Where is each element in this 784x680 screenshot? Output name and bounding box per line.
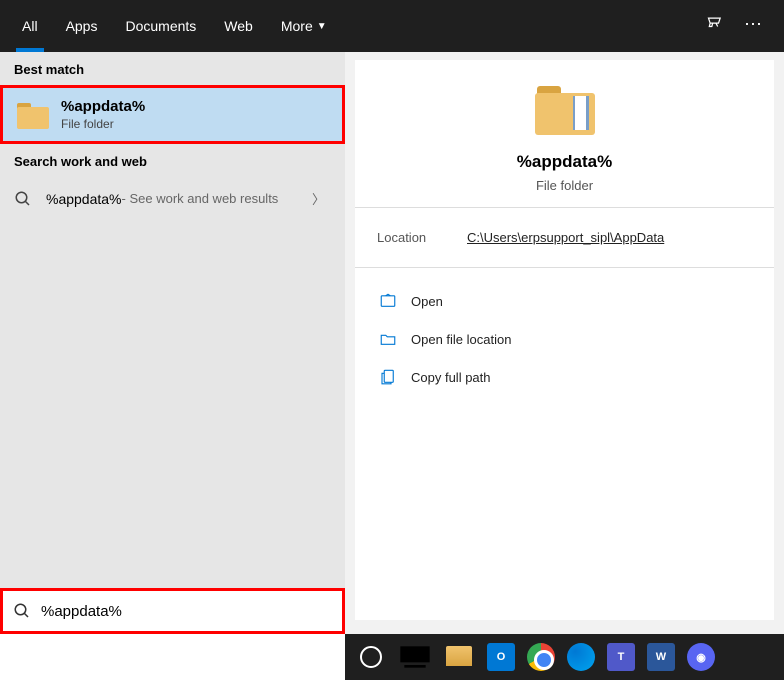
search-work-web-label: Search work and web — [0, 144, 345, 177]
tab-web[interactable]: Web — [210, 0, 267, 52]
detail-title[interactable]: %appdata% — [355, 152, 774, 172]
detail-subtitle: File folder — [355, 178, 774, 193]
discord-icon[interactable]: ◉ — [687, 643, 715, 671]
web-result-suffix: - See work and web results — [122, 191, 279, 206]
results-panel: Best match %appdata% File folder Search … — [0, 52, 345, 634]
action-open[interactable]: Open — [373, 282, 756, 320]
chrome-icon[interactable] — [527, 643, 555, 671]
location-label: Location — [377, 230, 467, 245]
edge-icon[interactable] — [567, 643, 595, 671]
location-row: Location C:\Users\erpsupport_sipl\AppDat… — [355, 208, 774, 268]
action-copy-path[interactable]: Copy full path — [373, 358, 756, 396]
more-options-icon[interactable]: ⋯ — [744, 14, 762, 39]
search-icon — [13, 602, 31, 620]
action-open-location[interactable]: Open file location — [373, 320, 756, 358]
chevron-down-icon: ▼ — [317, 21, 327, 32]
tab-documents[interactable]: Documents — [111, 0, 210, 52]
task-view-icon[interactable] — [399, 641, 431, 673]
word-icon[interactable]: W — [647, 643, 675, 671]
folder-large-icon — [535, 84, 595, 136]
best-match-label: Best match — [0, 52, 345, 85]
search-icon — [14, 190, 32, 208]
teams-icon[interactable]: T — [607, 643, 635, 671]
tab-more[interactable]: More▼ — [267, 0, 341, 52]
location-path[interactable]: C:\Users\erpsupport_sipl\AppData — [467, 230, 664, 245]
result-title: %appdata% — [61, 98, 145, 115]
tab-apps[interactable]: Apps — [52, 0, 112, 52]
feedback-icon[interactable] — [706, 14, 726, 39]
taskbar: O T W ◉ — [345, 634, 784, 680]
outlook-icon[interactable]: O — [487, 643, 515, 671]
best-match-result[interactable]: %appdata% File folder — [3, 88, 342, 141]
folder-icon — [17, 101, 49, 129]
search-input[interactable] — [41, 603, 332, 620]
detail-panel: %appdata% File folder Location C:\Users\… — [345, 52, 784, 634]
tab-all[interactable]: All — [8, 0, 52, 52]
web-result[interactable]: %appdata% - See work and web results 〉 — [0, 177, 345, 220]
search-box[interactable] — [0, 588, 345, 634]
result-subtitle: File folder — [61, 117, 145, 131]
search-filter-tabs: All Apps Documents Web More▼ ⋯ — [0, 0, 784, 52]
web-result-text: %appdata% — [46, 191, 122, 207]
chevron-right-icon: 〉 — [312, 189, 331, 208]
file-explorer-icon[interactable] — [443, 641, 475, 673]
cortana-icon[interactable] — [355, 641, 387, 673]
